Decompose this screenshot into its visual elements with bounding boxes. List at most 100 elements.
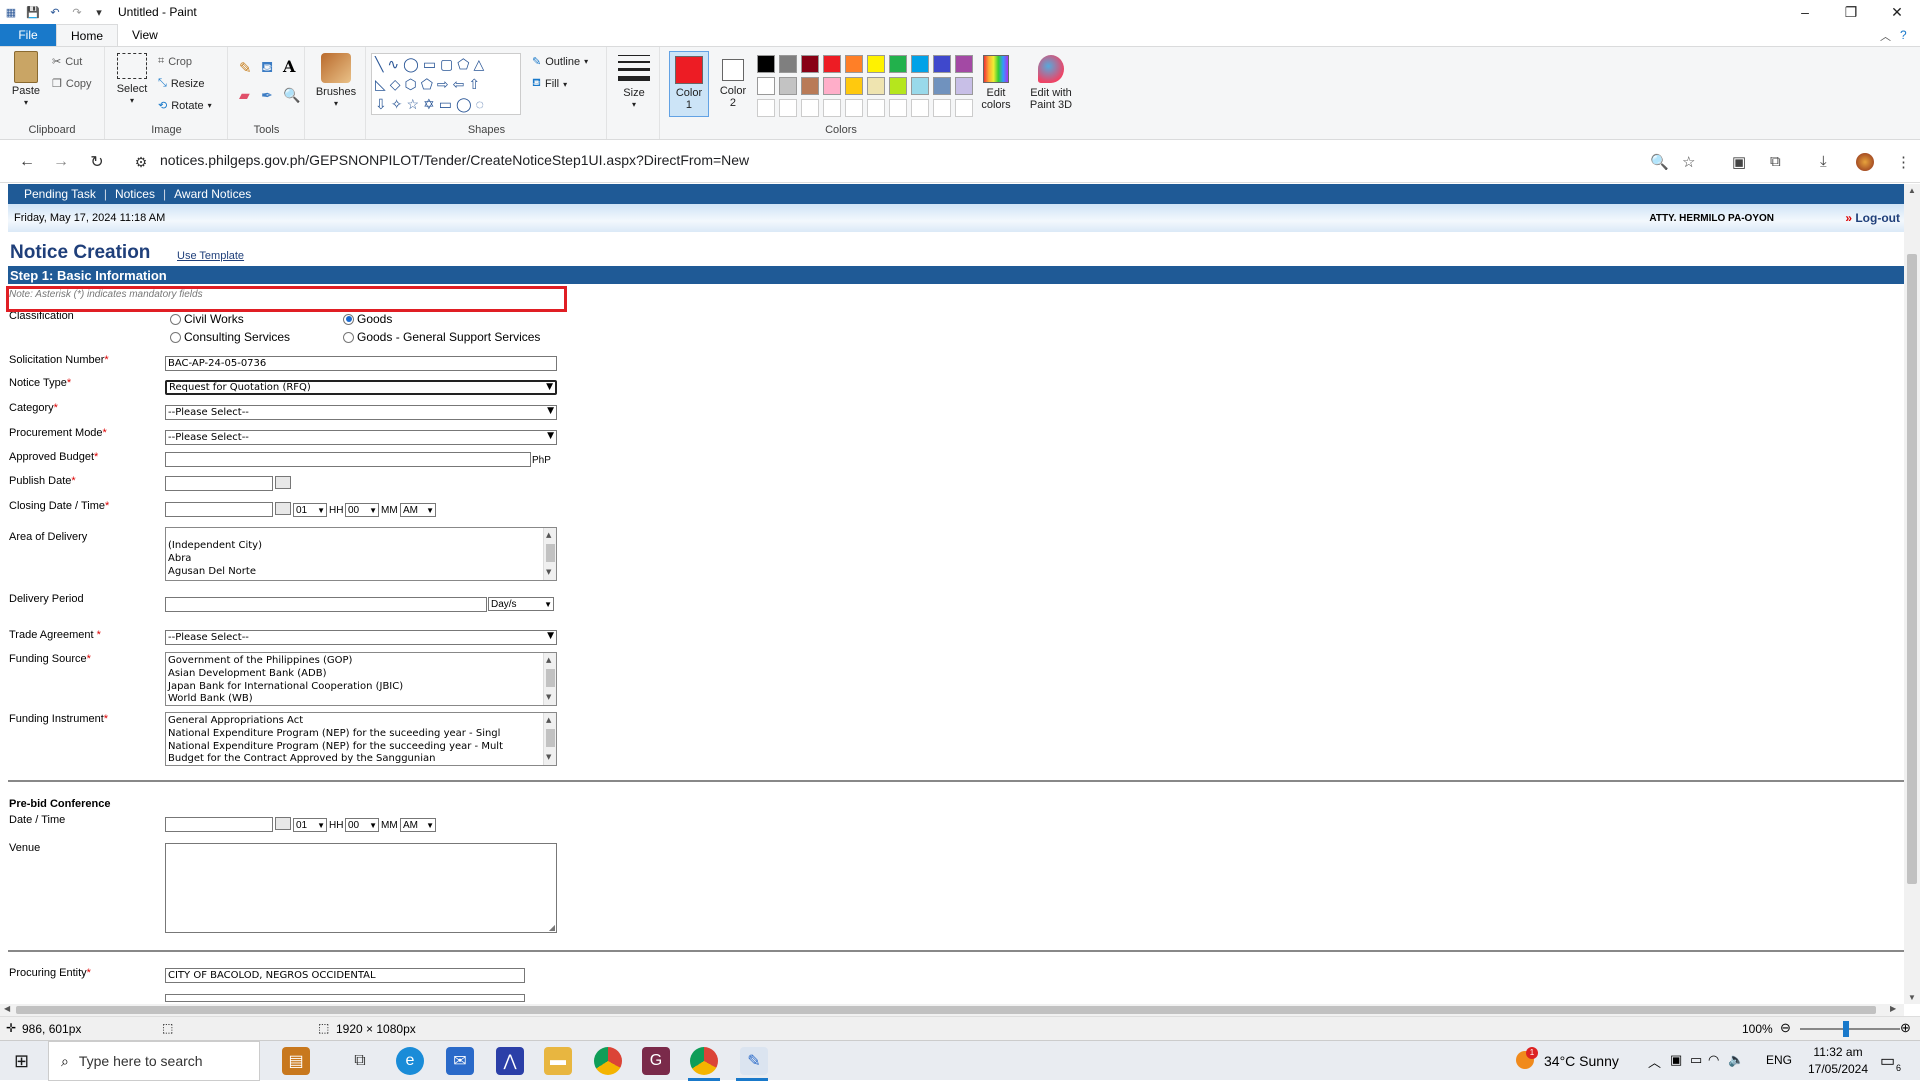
prebid-minute-select[interactable]: 00 ▼ <box>345 818 379 832</box>
paste-button[interactable]: Paste ▾ <box>8 51 44 109</box>
edge-icon[interactable]: e <box>396 1047 424 1075</box>
funding-source-list[interactable]: Government of the Philippines (GOP) Asia… <box>165 652 557 706</box>
palette-swatch[interactable] <box>757 55 775 73</box>
prebid-hour-select[interactable]: 01 ▼ <box>293 818 327 832</box>
publish-date-input[interactable] <box>165 476 273 491</box>
palette-swatch[interactable] <box>823 55 841 73</box>
copy-button[interactable]: ❐ Copy <box>52 77 92 91</box>
category-select[interactable]: --Please Select-- ▼ <box>165 405 557 420</box>
trade-agreement-select[interactable]: --Please Select-- ▼ <box>165 630 557 645</box>
file-explorer-icon[interactable]: ▬ <box>544 1047 572 1075</box>
palette-swatch-empty[interactable] <box>801 99 819 117</box>
palette-swatch[interactable] <box>867 77 885 95</box>
use-template-link[interactable]: Use Template <box>177 250 244 262</box>
scrollbar[interactable]: ▲ ▼ <box>543 528 556 580</box>
edit-colors-button[interactable]: Edit colors <box>974 55 1018 111</box>
radio-goods-general-support[interactable]: Goods - General Support Services <box>343 330 540 344</box>
undo-icon[interactable]: ↶ <box>48 5 62 19</box>
vertical-scrollbar[interactable]: ▲ ▼ <box>1904 184 1920 1004</box>
bookmark-star-icon[interactable]: ☆ <box>1682 153 1695 171</box>
palette-swatch-empty[interactable] <box>911 99 929 117</box>
list-item[interactable]: Asian Development Bank (ADB) <box>168 668 554 681</box>
menu-dots-icon[interactable]: ⋮ <box>1896 153 1911 171</box>
list-item[interactable]: (Independent City) <box>168 540 554 553</box>
prebid-date-input[interactable] <box>165 817 273 832</box>
logout-link[interactable]: » Log-out <box>1845 211 1900 225</box>
palette-swatch[interactable] <box>757 77 775 95</box>
delivery-unit-select[interactable]: Day/s ▼ <box>488 597 554 611</box>
mail-icon[interactable]: ✉ <box>446 1047 474 1075</box>
url-field[interactable]: notices.philgeps.gov.ph/GEPSNONPILOT/Ten… <box>160 152 749 168</box>
palette-swatch-empty[interactable] <box>933 99 951 117</box>
palette-swatch[interactable] <box>801 55 819 73</box>
minimize-button[interactable]: – <box>1782 0 1828 24</box>
list-item[interactable]: Government of the Philippines (GOP) <box>168 655 554 668</box>
palette-swatch[interactable] <box>933 55 951 73</box>
outline-button[interactable]: ✎ Outline ▾ <box>532 55 588 69</box>
back-arrow-icon[interactable]: ← <box>16 151 38 173</box>
list-item[interactable]: National Expenditure Program (NEP) for t… <box>168 741 554 754</box>
customize-chevron-icon[interactable]: ▾ <box>92 5 106 19</box>
site-info-icon[interactable]: ⚙ <box>130 151 152 173</box>
chevron-up-icon[interactable]: ︿ <box>1648 1052 1661 1071</box>
procuring-entity-input[interactable]: CITY OF BACOLOD, NEGROS OCCIDENTAL <box>165 968 525 983</box>
scrollbar-thumb[interactable] <box>16 1006 1876 1014</box>
radio-civil-works[interactable]: Civil Works <box>170 312 244 326</box>
zoom-slider-thumb[interactable] <box>1843 1021 1849 1037</box>
clock-time[interactable]: 11:32 am <box>1808 1045 1868 1059</box>
color-picker-icon[interactable]: ✒ <box>261 87 273 104</box>
puzzle-icon[interactable]: ⧉ <box>1770 153 1781 170</box>
close-button[interactable]: ✕ <box>1874 0 1920 24</box>
palette-swatch-empty[interactable] <box>889 99 907 117</box>
resize-grip-icon[interactable]: ◢ <box>549 923 555 932</box>
scrollbar[interactable]: ▲ ▼ <box>543 713 556 765</box>
calendar-icon[interactable] <box>275 817 291 830</box>
rotate-button[interactable]: ⟲ Rotate ▾ <box>158 99 212 113</box>
solicitation-number-input[interactable]: BAC-AP-24-05-0736 <box>165 356 557 371</box>
crop-button[interactable]: ⌗ Crop <box>158 55 192 68</box>
zoom-slider-track[interactable] <box>1800 1028 1900 1030</box>
task-view-icon[interactable]: ⧉ <box>346 1047 374 1075</box>
palette-swatch[interactable] <box>889 77 907 95</box>
taskbar-search-box[interactable]: ⌕ Type here to search <box>48 1041 260 1081</box>
magnifier-icon[interactable]: 🔍 <box>283 87 300 104</box>
zoom-in-icon[interactable]: ⊕ <box>1900 1020 1911 1036</box>
palette-swatch[interactable] <box>933 77 951 95</box>
text-tool-icon[interactable]: A <box>283 57 295 76</box>
radio-goods[interactable]: Goods <box>343 312 392 326</box>
download-icon[interactable]: ⤓ <box>1820 153 1827 170</box>
list-item[interactable]: National Expenditure Program (NEP) for t… <box>168 728 554 741</box>
tab-view[interactable]: View <box>118 24 172 46</box>
area-of-delivery-list[interactable]: (Independent City) Abra Agusan Del Norte… <box>165 527 557 581</box>
nav-pending-task[interactable]: Pending Task <box>24 187 96 201</box>
palette-swatch[interactable] <box>911 55 929 73</box>
zoom-icon[interactable]: 🔍 <box>1650 153 1669 171</box>
app-g-icon[interactable]: G <box>642 1047 670 1075</box>
palette-swatch[interactable] <box>867 55 885 73</box>
list-item[interactable]: World Bank (WB) <box>168 693 554 705</box>
clock-date[interactable]: 17/05/2024 <box>1802 1062 1874 1076</box>
reload-icon[interactable]: ↻ <box>86 151 108 173</box>
tab-file[interactable]: File <box>0 24 56 46</box>
language-indicator[interactable]: ENG <box>1766 1053 1792 1067</box>
palette-swatch[interactable] <box>779 77 797 95</box>
resize-button[interactable]: ⤡ Resize <box>158 77 204 90</box>
save-icon[interactable]: 💾 <box>26 5 40 19</box>
zoom-out-icon[interactable]: ⊖ <box>1780 1020 1791 1036</box>
help-icon[interactable]: ? <box>1900 28 1907 42</box>
color1-button[interactable]: Color 1 <box>669 51 709 117</box>
list-item[interactable]: General Appropriations Act <box>168 715 554 728</box>
approved-budget-input[interactable] <box>165 452 531 467</box>
venue-textarea[interactable]: ◢ <box>165 843 557 933</box>
collapse-ribbon-icon[interactable]: ︿ <box>1880 28 1891 44</box>
chrome-icon[interactable] <box>690 1047 718 1075</box>
windows-start-icon[interactable]: ⊞ <box>14 1051 29 1072</box>
select-button[interactable]: Select ▾ <box>114 53 150 107</box>
redo-icon[interactable]: ↷ <box>70 5 84 19</box>
shapes-gallery[interactable]: ╲∿◯▭▢⬠△ ◺◇⬡⬠⇨⇦⇧ ⇩✧☆✡▭◯◌ <box>371 53 521 115</box>
tray-device-icon[interactable]: ▭ <box>1690 1052 1702 1068</box>
scrollbar[interactable]: ▲ ▼ <box>543 653 556 705</box>
delivery-period-input[interactable] <box>165 597 487 612</box>
palette-swatch-empty[interactable] <box>867 99 885 117</box>
pencil-icon[interactable]: ✎ <box>239 59 252 77</box>
